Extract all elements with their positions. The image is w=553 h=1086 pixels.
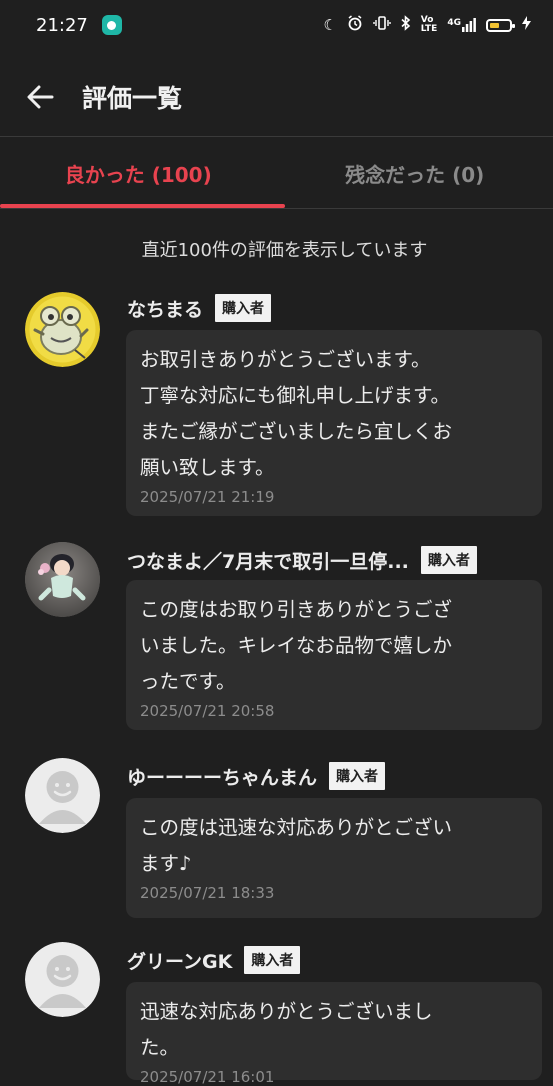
chat-app-icon	[102, 15, 122, 35]
reviewer-name[interactable]: ゆーーーーちゃんまん	[127, 763, 317, 790]
arrow-left-icon	[26, 85, 54, 109]
battery-icon	[486, 19, 512, 32]
comment-bubble: 迅速な対応ありがとうございまし た。 2025/07/21 16:01	[126, 982, 542, 1080]
comment-bubble: この度は迅速な対応ありがとござい ます♪ 2025/07/21 18:33	[126, 798, 542, 918]
reviewer-row: グリーンGK 購入者	[127, 946, 300, 974]
bluetooth-icon	[401, 15, 411, 35]
reviewer-name[interactable]: グリーンGK	[127, 947, 232, 974]
tab-bad[interactable]: 残念だった (0)	[277, 138, 553, 208]
frog-character-avatar[interactable]	[25, 292, 100, 367]
back-button[interactable]	[20, 77, 60, 117]
review-date: 2025/07/21 21:19	[140, 488, 528, 506]
volte-icon: VoLTE	[421, 16, 438, 34]
buyer-badge: 購入者	[215, 294, 271, 322]
reviewer-row: ゆーーーーちゃんまん 購入者	[127, 762, 385, 790]
4g-signal-icon: 4G	[447, 18, 476, 32]
reviewer-row: つなまよ／7月末で取引一旦停... 購入者	[127, 546, 477, 574]
review-comment: この度はお取り引きありがとうござ いました。キレイなお品物で嬉しか ったです。	[140, 592, 528, 700]
review-count-notice: 直近100件の評価を表示しています	[0, 236, 553, 262]
tab-good[interactable]: 良かった (100)	[0, 138, 277, 208]
review-date: 2025/07/21 20:58	[140, 702, 528, 720]
charging-icon	[522, 16, 531, 34]
default-user-avatar[interactable]	[25, 942, 100, 1017]
status-time: 21:27	[36, 15, 88, 36]
review-date: 2025/07/21 16:01	[140, 1068, 528, 1086]
default-user-avatar[interactable]	[25, 758, 100, 833]
status-bar: 21:27 ☾ VoLTE 4G	[0, 0, 553, 50]
vibrate-icon	[373, 16, 391, 34]
network-type-label: 4G	[447, 18, 461, 28]
page-title: 評価一覧	[82, 79, 182, 115]
reviewer-row: なちまる 購入者	[127, 294, 271, 322]
review-comment: この度は迅速な対応ありがとござい ます♪	[140, 810, 528, 882]
comment-bubble: お取引きありがとうございます。 丁寧な対応にも御礼申し上げます。 またご縁がござ…	[126, 330, 542, 516]
figurine-photo-avatar[interactable]	[25, 542, 100, 617]
review-comment: 迅速な対応ありがとうございまし た。	[140, 994, 528, 1066]
reviewer-name[interactable]: なちまる	[127, 295, 203, 322]
review-comment: お取引きありがとうございます。 丁寧な対応にも御礼申し上げます。 またご縁がござ…	[140, 342, 528, 486]
buyer-badge: 購入者	[244, 946, 300, 974]
app-bar: 評価一覧	[0, 58, 553, 137]
comment-bubble: この度はお取り引きありがとうござ いました。キレイなお品物で嬉しか ったです。 …	[126, 580, 542, 730]
buyer-badge: 購入者	[421, 546, 477, 574]
review-tabs: 良かった (100) 残念だった (0)	[0, 138, 553, 209]
buyer-badge: 購入者	[329, 762, 385, 790]
do-not-disturb-moon-icon: ☾	[323, 18, 336, 33]
reviewer-name[interactable]: つなまよ／7月末で取引一旦停...	[127, 547, 409, 574]
review-date: 2025/07/21 18:33	[140, 884, 528, 902]
alarm-icon	[347, 15, 363, 35]
